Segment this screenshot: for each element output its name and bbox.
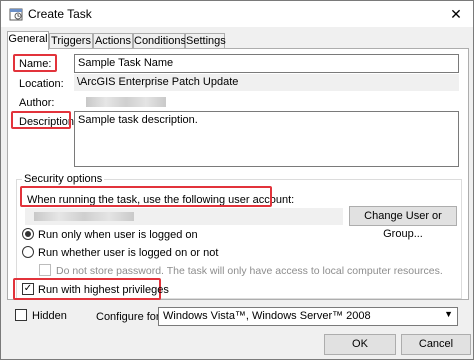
tab-settings[interactable]: Settings bbox=[185, 33, 226, 49]
do-not-store-password-label: Do not store password. The task will onl… bbox=[56, 265, 443, 277]
do-not-store-password-checkbox[interactable] bbox=[39, 264, 51, 276]
tab-general[interactable]: General bbox=[7, 31, 49, 50]
run-highest-privileges-checkbox[interactable]: ✓ bbox=[22, 283, 34, 295]
create-task-dialog: Create Task ✕ General Triggers Actions C… bbox=[0, 0, 474, 360]
title-bar: Create Task ✕ bbox=[1, 1, 473, 27]
run-logged-on-radio[interactable] bbox=[22, 228, 34, 240]
tab-actions[interactable]: Actions bbox=[93, 33, 133, 49]
author-label: Author: bbox=[19, 97, 55, 109]
configure-for-label: Configure for: bbox=[96, 311, 163, 323]
cancel-button[interactable]: Cancel bbox=[401, 334, 471, 355]
user-account-highlight bbox=[20, 186, 272, 207]
ok-button[interactable]: OK bbox=[324, 334, 396, 355]
name-input[interactable]: Sample Task Name bbox=[74, 54, 459, 73]
location-label: Location: bbox=[19, 78, 64, 90]
user-account-redacted bbox=[34, 212, 134, 221]
close-icon[interactable]: ✕ bbox=[445, 4, 467, 24]
tab-conditions[interactable]: Conditions bbox=[133, 33, 186, 49]
configure-for-select[interactable]: Windows Vista™, Windows Server™ 2008 ▼ bbox=[158, 307, 458, 326]
hidden-label[interactable]: Hidden bbox=[32, 310, 67, 322]
description-input[interactable]: Sample task description. bbox=[74, 111, 459, 167]
run-highest-privileges-label[interactable]: Run with highest privileges bbox=[38, 284, 169, 296]
chevron-down-icon: ▼ bbox=[444, 309, 453, 319]
description-highlight bbox=[11, 111, 71, 129]
hidden-checkbox[interactable] bbox=[15, 309, 27, 321]
name-highlight bbox=[13, 54, 57, 72]
window-title: Create Task bbox=[28, 7, 92, 21]
change-user-button[interactable]: Change User or Group... bbox=[349, 206, 457, 240]
location-value: \ArcGIS Enterprise Patch Update bbox=[74, 74, 459, 91]
tab-triggers[interactable]: Triggers bbox=[49, 33, 93, 49]
security-options-title: Security options bbox=[22, 173, 105, 185]
run-logged-on-label[interactable]: Run only when user is logged on bbox=[38, 229, 198, 241]
general-tab-panel: Name: Sample Task Name Location: \ArcGIS… bbox=[7, 48, 469, 300]
run-logged-on-or-not-radio[interactable] bbox=[22, 246, 34, 258]
run-logged-on-or-not-label[interactable]: Run whether user is logged on or not bbox=[38, 247, 218, 259]
configure-for-value: Windows Vista™, Windows Server™ 2008 bbox=[163, 310, 371, 322]
task-scheduler-icon bbox=[9, 7, 23, 21]
author-value-redacted bbox=[86, 97, 166, 107]
